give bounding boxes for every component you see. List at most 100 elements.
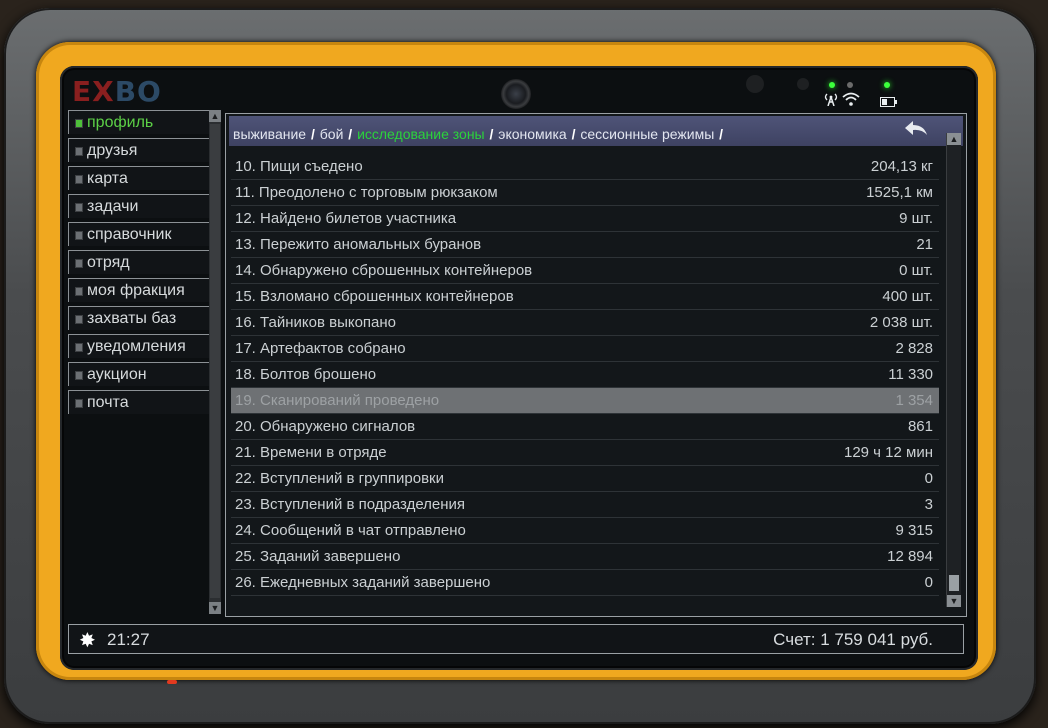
scroll-up-icon[interactable]: ▲ bbox=[947, 133, 961, 145]
menu-bullet-icon bbox=[75, 175, 83, 184]
menu-bullet-icon bbox=[75, 343, 83, 352]
row-value: 2 038 шт. bbox=[869, 314, 933, 331]
table-row: 12. Найдено билетов участника 9 шт. bbox=[231, 206, 939, 232]
sidebar-item-faction[interactable]: моя фракция bbox=[68, 278, 210, 302]
menu-bullet-icon bbox=[75, 259, 83, 268]
sidebar-item-notifications[interactable]: уведомления bbox=[68, 334, 210, 358]
row-value: 204,13 кг bbox=[870, 158, 933, 175]
power-indicator bbox=[167, 680, 177, 684]
table-row: 23. Вступлений в подразделения 3 bbox=[231, 492, 939, 518]
row-label: 25. Заданий завершено bbox=[235, 548, 401, 565]
breadcrumb-separator: / bbox=[348, 126, 353, 142]
row-value: 129 ч 12 мин bbox=[843, 444, 933, 461]
menu-bullet-icon bbox=[75, 315, 83, 324]
back-arrow-icon[interactable] bbox=[903, 119, 929, 139]
row-label: 10. Пищи съедено bbox=[235, 158, 363, 175]
row-value: 1525,1 км bbox=[866, 184, 933, 201]
scroll-thumb[interactable] bbox=[210, 124, 220, 598]
sidebar-item-label: отряд bbox=[87, 254, 130, 271]
row-label: 26. Ежедневных заданий завершено bbox=[235, 574, 491, 591]
row-value: 0 bbox=[924, 470, 933, 487]
row-value: 400 шт. bbox=[882, 288, 933, 305]
breadcrumb-separator: / bbox=[719, 126, 724, 142]
scroll-down-icon[interactable]: ▼ bbox=[209, 602, 221, 614]
sidebar-item-label: аукцион bbox=[87, 366, 147, 383]
scroll-thumb[interactable] bbox=[949, 575, 959, 591]
menu-bullet-icon bbox=[75, 147, 83, 156]
sidebar-item-label: справочник bbox=[87, 226, 172, 243]
scroll-down-icon[interactable]: ▼ bbox=[947, 595, 961, 607]
table-row: 16. Тайников выкопано 2 038 шт. bbox=[231, 310, 939, 336]
stats-scrollbar[interactable]: ▲ ▼ bbox=[946, 133, 961, 607]
sidebar-item-mail[interactable]: почта bbox=[68, 390, 210, 414]
row-value: 11 330 bbox=[888, 366, 933, 383]
light-sensor bbox=[746, 75, 764, 93]
row-label: 20. Обнаружено сигналов bbox=[235, 418, 416, 435]
row-value: 0 шт. bbox=[899, 262, 933, 279]
sidebar-item-label: моя фракция bbox=[87, 282, 185, 299]
stats-table: 10. Пищи съедено 204,13 кг 11. Преодолено… bbox=[231, 154, 939, 596]
table-row: 20. Обнаружено сигналов 861 bbox=[231, 414, 939, 440]
sidebar-item-label: задачи bbox=[87, 198, 139, 215]
logo-ex: EX bbox=[72, 75, 115, 108]
battery-led bbox=[884, 82, 890, 88]
sidebar-item-auction[interactable]: аукцион bbox=[68, 362, 210, 386]
account-balance: Счет: 1 759 041 руб. bbox=[773, 630, 933, 649]
sidebar-item-tasks[interactable]: задачи bbox=[68, 194, 210, 218]
table-row: 15. Взломано сброшенных контейнеров 400 ш… bbox=[231, 284, 939, 310]
signal-led bbox=[829, 82, 835, 88]
sidebar-item-label: друзья bbox=[87, 142, 138, 159]
row-label: 19. Сканирований проведено bbox=[235, 392, 440, 409]
table-row: 26. Ежедневных заданий завершено 0 bbox=[231, 570, 939, 596]
sidebar-item-squad[interactable]: отряд bbox=[68, 250, 210, 274]
sidebar-scrollbar[interactable]: ▲ ▼ bbox=[209, 110, 221, 614]
menu-bullet-icon bbox=[75, 231, 83, 240]
row-value: 9 шт. bbox=[899, 210, 933, 227]
row-label: 23. Вступлений в подразделения bbox=[235, 496, 466, 513]
table-row: 18. Болтов брошено 11 330 bbox=[231, 362, 939, 388]
tab-economy[interactable]: экономика bbox=[498, 126, 566, 142]
menu-bullet-icon bbox=[75, 287, 83, 296]
status-bar: ✸ 21:27 Счет: 1 759 041 руб. bbox=[68, 624, 964, 654]
table-row-highlighted[interactable]: 19. Сканирований проведено 1 354 bbox=[231, 388, 939, 414]
menu-bullet-icon bbox=[75, 203, 83, 212]
battery-icon bbox=[880, 95, 898, 109]
menu-bullet-icon bbox=[75, 371, 83, 380]
row-label: 24. Сообщений в чат отправлено bbox=[235, 522, 466, 539]
tab-session-modes[interactable]: сессионные режимы bbox=[580, 126, 714, 142]
tab-zone-exploration[interactable]: исследование зоны bbox=[357, 126, 485, 142]
menu-bullet-icon bbox=[75, 399, 83, 408]
breadcrumb-separator: / bbox=[489, 126, 494, 142]
row-label: 16. Тайников выкопано bbox=[235, 314, 397, 331]
wifi-led bbox=[847, 82, 853, 88]
sidebar-item-handbook[interactable]: справочник bbox=[68, 222, 210, 246]
row-label: 11. Преодолено с торговым рюкзаком bbox=[235, 184, 498, 201]
row-label: 15. Взломано сброшенных контейнеров bbox=[235, 288, 514, 305]
sidebar-item-label: почта bbox=[87, 394, 129, 411]
sidebar-item-label: профиль bbox=[87, 114, 154, 131]
exbo-logo: EXBO bbox=[72, 76, 162, 108]
table-row: 13. Пережито аномальных буранов 21 bbox=[231, 232, 939, 258]
table-row: 22. Вступлений в группировки 0 bbox=[231, 466, 939, 492]
row-value: 21 bbox=[916, 236, 933, 253]
row-label: 22. Вступлений в группировки bbox=[235, 470, 444, 487]
tab-survival[interactable]: выживание bbox=[233, 126, 306, 142]
clock-time: 21:27 bbox=[107, 630, 150, 649]
row-value: 12 894 bbox=[887, 548, 933, 565]
row-label: 18. Болтов брошено bbox=[235, 366, 377, 383]
row-value: 1 354 bbox=[895, 392, 933, 409]
row-value: 861 bbox=[907, 418, 933, 435]
camera-icon bbox=[501, 79, 531, 109]
table-row: 10. Пищи съедено 204,13 кг bbox=[231, 154, 939, 180]
row-label: 14. Обнаружено сброшенных контейнеров bbox=[235, 262, 533, 279]
sidebar-item-profile[interactable]: профиль bbox=[68, 110, 210, 134]
table-row: 21. Времени в отряде 129 ч 12 мин bbox=[231, 440, 939, 466]
row-label: 21. Времени в отряде bbox=[235, 444, 387, 461]
sidebar-item-label: карта bbox=[87, 170, 128, 187]
scroll-up-icon[interactable]: ▲ bbox=[209, 110, 221, 122]
tab-combat[interactable]: бой bbox=[320, 126, 344, 142]
sidebar-item-friends[interactable]: друзья bbox=[68, 138, 210, 162]
antenna-icon bbox=[823, 92, 839, 108]
sidebar-item-base-captures[interactable]: захваты баз bbox=[68, 306, 210, 330]
sidebar-item-map[interactable]: карта bbox=[68, 166, 210, 190]
